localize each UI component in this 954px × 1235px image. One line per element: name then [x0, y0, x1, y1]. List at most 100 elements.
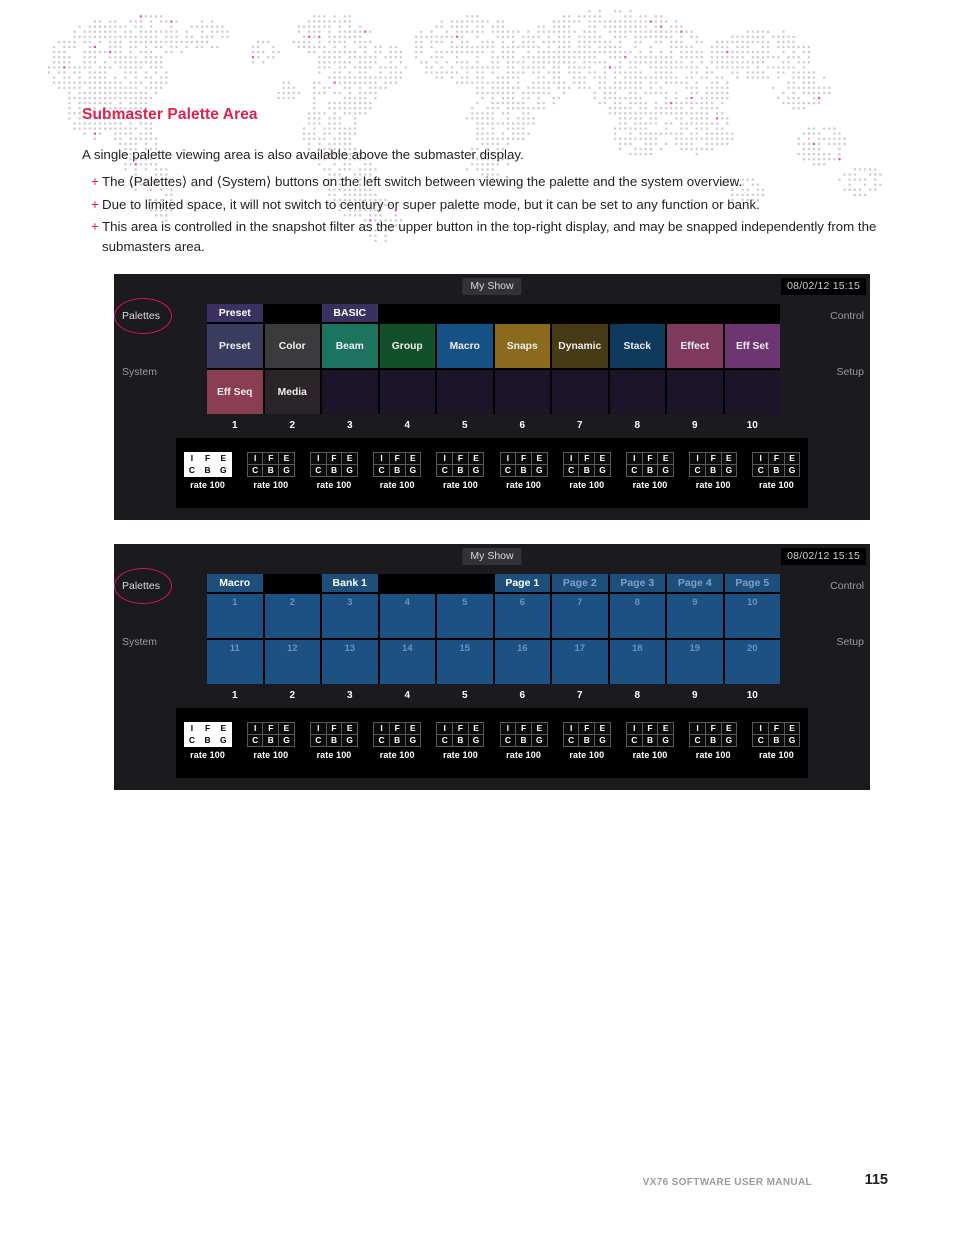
palette-button-empty[interactable]	[667, 370, 723, 414]
palettes-button[interactable]: Palettes	[122, 580, 160, 592]
setup-button[interactable]: Setup	[837, 636, 864, 648]
submaster-flag-b: B	[705, 465, 721, 476]
system-button[interactable]: System	[122, 636, 157, 648]
control-button[interactable]: Control	[830, 580, 864, 592]
submaster-item[interactable]: I F E C B Grate 100	[240, 452, 302, 490]
palette-button-stack[interactable]: Stack	[609, 324, 665, 368]
palette-button-color[interactable]: Color	[264, 324, 320, 368]
system-button[interactable]: System	[122, 366, 157, 378]
macro-cell[interactable]: 19	[667, 640, 723, 684]
macro-cell[interactable]: 8	[609, 594, 665, 638]
palette-button-group[interactable]: Group	[379, 324, 435, 368]
palette-button-empty[interactable]	[494, 370, 550, 414]
submaster-flag-e: E	[721, 723, 737, 734]
submaster-item[interactable]: I F E C B Grate 100	[429, 452, 491, 490]
submaster-item[interactable]: I F E C B Grate 100	[240, 722, 302, 760]
macro-cell[interactable]: 12	[264, 640, 320, 684]
submaster-item[interactable]: I F E C B Grate 100	[619, 452, 681, 490]
macro-cell[interactable]: 18	[609, 640, 665, 684]
submaster-item[interactable]: I F E C B Grate 100	[745, 722, 807, 760]
submaster-flag-i: I	[690, 453, 705, 464]
header-button-page-4[interactable]: Page 4	[667, 574, 723, 592]
palette-button-eff-seq[interactable]: Eff Seq	[207, 370, 263, 414]
setup-button[interactable]: Setup	[837, 366, 864, 378]
submaster-flag-g: G	[279, 735, 294, 746]
header-button-macro[interactable]: Macro	[207, 574, 263, 592]
submaster-flag-b: B	[642, 735, 658, 746]
macro-grid: Macro Bank 1 Page 1 Page 2 Page 3 Page 4 Page …	[207, 574, 780, 684]
macro-cell[interactable]: 6	[494, 594, 550, 638]
header-button-preset[interactable]: Preset	[207, 304, 263, 322]
submaster-item[interactable]: I F E C B Grate 100	[556, 452, 618, 490]
palette-button-empty[interactable]	[724, 370, 780, 414]
macro-cell[interactable]: 7	[552, 594, 608, 638]
header-button-page-1[interactable]: Page 1	[494, 574, 550, 592]
macro-cell[interactable]: 13	[322, 640, 378, 684]
submaster-item[interactable]: I F E C B Grate 100	[682, 452, 744, 490]
submaster-flag-i: I	[247, 453, 263, 464]
submaster-flag-e: E	[279, 723, 294, 734]
submaster-flag-g: G	[784, 735, 800, 746]
palette-button-empty[interactable]	[552, 370, 608, 414]
palettes-button[interactable]: Palettes	[122, 310, 160, 322]
macro-cell[interactable]: 14	[379, 640, 435, 684]
palette-button-macro[interactable]: Macro	[437, 324, 493, 368]
submaster-flag-i: I	[437, 723, 453, 734]
submaster-item[interactable]: I F E C B Grate 100	[366, 452, 428, 490]
palette-button-empty[interactable]	[609, 370, 665, 414]
submaster-flag-c: C	[184, 465, 200, 476]
submaster-item[interactable]: I F E C B Grate 100	[619, 722, 681, 760]
submaster-item[interactable]: I F E C B Grate 100	[493, 452, 555, 490]
macro-cell[interactable]: 3	[322, 594, 378, 638]
submaster-item[interactable]: I F E C B Grate 100	[177, 722, 239, 760]
header-button-bank-1[interactable]: Bank 1	[322, 574, 378, 592]
palette-button-empty[interactable]	[379, 370, 435, 414]
submaster-item[interactable]: I F E C B Grate 100	[556, 722, 618, 760]
macro-cell[interactable]: 11	[207, 640, 263, 684]
submaster-flag-b: B	[579, 735, 595, 746]
submaster-item[interactable]: I F E C B Grate 100	[177, 452, 239, 490]
submaster-flag-g: G	[721, 735, 737, 746]
submaster-rate-label: rate 100	[442, 750, 478, 760]
palette-button-preset[interactable]: Preset	[207, 324, 263, 368]
macro-cell[interactable]: 15	[437, 640, 493, 684]
header-button-page-5[interactable]: Page 5	[724, 574, 780, 592]
macro-cell[interactable]: 2	[264, 594, 320, 638]
submaster-flag-b: B	[453, 465, 468, 476]
submaster-flag-f: F	[263, 453, 279, 464]
header-button-page-2[interactable]: Page 2	[552, 574, 608, 592]
submaster-item[interactable]: I F E C B Grate 100	[366, 722, 428, 760]
macro-cell[interactable]: 1	[207, 594, 263, 638]
submaster-flag-grid: IFE CBG	[183, 722, 232, 747]
macro-cell[interactable]: 17	[552, 640, 608, 684]
palette-button-media[interactable]: Media	[264, 370, 320, 414]
palette-button-empty[interactable]	[437, 370, 493, 414]
macro-cell[interactable]: 5	[437, 594, 493, 638]
submaster-flag-c: C	[500, 465, 516, 476]
palette-button-effect[interactable]: Effect	[667, 324, 723, 368]
palette-button-eff-set[interactable]: Eff Set	[724, 324, 780, 368]
submaster-flag-b: B	[705, 735, 721, 746]
submaster-flag-grid: IFE CBG	[689, 452, 738, 477]
macro-cell[interactable]: 16	[494, 640, 550, 684]
palette-button-beam[interactable]: Beam	[322, 324, 378, 368]
submaster-flag-i: I	[627, 453, 642, 464]
macro-cell[interactable]: 10	[724, 594, 780, 638]
submaster-item[interactable]: I F E C B Grate 100	[745, 452, 807, 490]
header-button-basic[interactable]: BASIC	[322, 304, 378, 322]
header-button-page-3[interactable]: Page 3	[609, 574, 665, 592]
palette-button-snaps[interactable]: Snaps	[494, 324, 550, 368]
submaster-item[interactable]: I F E C B Grate 100	[682, 722, 744, 760]
submaster-flag-grid: IFE CBG	[436, 452, 485, 477]
macro-cell[interactable]: 20	[724, 640, 780, 684]
palette-button-empty[interactable]	[322, 370, 378, 414]
submaster-item[interactable]: I F E C B Grate 100	[429, 722, 491, 760]
submaster-item[interactable]: I F E C B Grate 100	[303, 722, 365, 760]
submaster-item[interactable]: I F E C B Grate 100	[493, 722, 555, 760]
submaster-item[interactable]: I F E C B Grate 100	[303, 452, 365, 490]
palette-button-dynamic[interactable]: Dynamic	[552, 324, 608, 368]
macro-cell[interactable]: 4	[379, 594, 435, 638]
macro-cell[interactable]: 9	[667, 594, 723, 638]
control-button[interactable]: Control	[830, 310, 864, 322]
submaster-flag-c: C	[374, 735, 389, 746]
